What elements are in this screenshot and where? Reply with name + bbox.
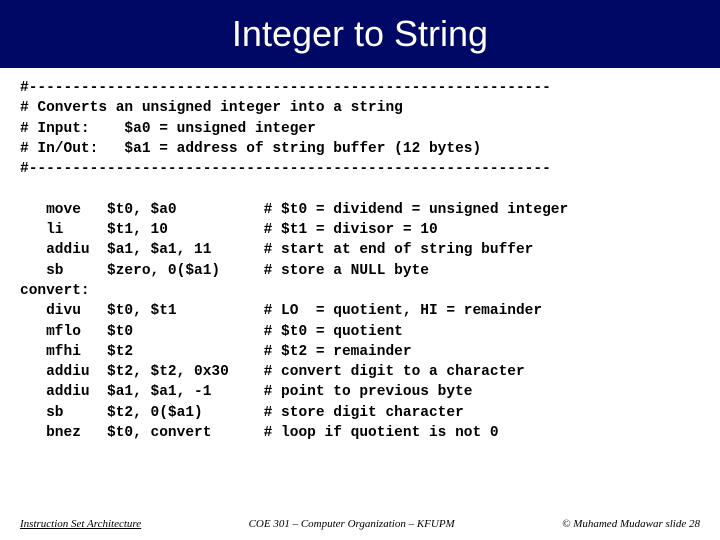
footer-right: © Muhamed Mudawar slide 28	[562, 518, 700, 530]
footer-center: COE 301 – Computer Organization – KFUPM	[141, 518, 562, 530]
slide-title-bar: Integer to String	[0, 0, 720, 68]
code-block: #---------------------------------------…	[0, 68, 720, 443]
footer-left: Instruction Set Architecture	[20, 518, 141, 530]
slide-title: Integer to String	[232, 13, 488, 55]
slide-footer: Instruction Set Architecture COE 301 – C…	[20, 518, 700, 530]
